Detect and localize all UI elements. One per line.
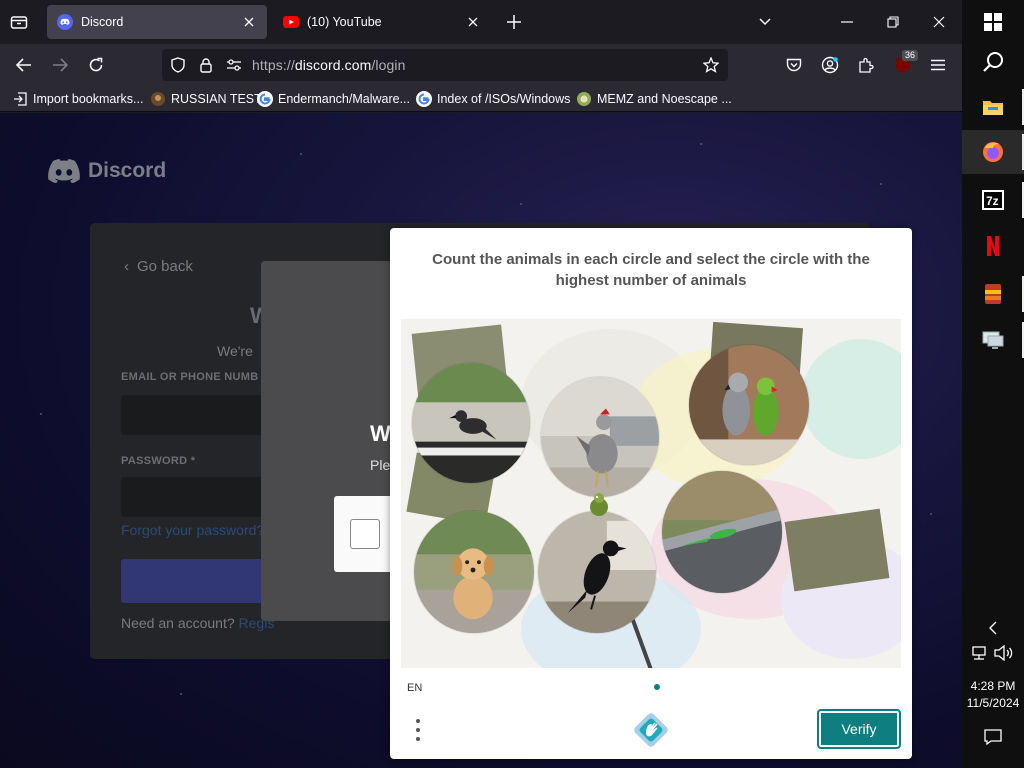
captcha-checkbox[interactable] <box>350 519 380 549</box>
notification-badge: 36 <box>901 50 918 61</box>
language-selector[interactable]: EN <box>407 682 422 694</box>
bookmarks-toolbar: Import bookmarks... RUSSIAN TEST Enderma… <box>0 86 962 112</box>
permissions-icon[interactable] <box>224 56 244 74</box>
bookmark-favicon <box>150 91 166 107</box>
circle-puppy[interactable] <box>413 510 535 634</box>
google-icon <box>416 91 432 107</box>
notifications-icon[interactable] <box>984 728 1004 748</box>
new-tab-icon[interactable] <box>503 12 525 32</box>
clock-date: 11/5/2024 <box>966 696 1020 710</box>
circle-rooster[interactable] <box>540 376 660 498</box>
navigation-bar: https://discord.com/login 36 <box>0 44 962 86</box>
shield-icon[interactable] <box>168 56 188 74</box>
small-figurine <box>587 491 611 519</box>
windows-taskbar: 7z 4:28 PM 11/5/2024 <box>962 0 1024 768</box>
chevron-left-icon: ‹ <box>124 258 129 275</box>
captcha-checkbox-widget <box>334 496 394 572</box>
address-bar[interactable]: https://discord.com/login <box>162 49 728 81</box>
close-tab-icon[interactable] <box>239 12 259 32</box>
file-explorer-icon[interactable] <box>962 85 1024 129</box>
svg-text:7z: 7z <box>986 194 999 208</box>
netflix-icon[interactable] <box>962 224 1024 268</box>
hamburger-menu-icon[interactable] <box>926 54 950 76</box>
chevron-left-icon[interactable] <box>962 608 1024 648</box>
hcaptcha-logo-icon[interactable] <box>634 713 668 747</box>
list-all-tabs-icon[interactable] <box>8 12 30 32</box>
ublock-icon[interactable]: 36 <box>890 50 918 78</box>
challenge-prompt: Count the animals in each circle and sel… <box>432 251 870 289</box>
browser-window: Discord (10) YouTube https://discord.com… <box>0 0 962 768</box>
back-arrow-icon[interactable] <box>12 54 36 76</box>
bookmark-russian-test[interactable]: RUSSIAN TEST <box>150 90 262 108</box>
discord-favicon-icon <box>57 14 73 30</box>
forward-arrow-icon[interactable] <box>48 54 72 76</box>
close-tab-icon[interactable] <box>463 12 483 32</box>
windows-logo-icon <box>984 13 1002 31</box>
bookmark-index-isos[interactable]: Index of /ISOs/Windows <box>416 90 570 108</box>
close-window-icon[interactable] <box>928 12 950 32</box>
forgot-password-link[interactable]: Forgot your password? <box>121 522 264 538</box>
bookmark-endermanch[interactable]: Endermanch/Malware... <box>257 90 410 108</box>
bookmark-memz[interactable]: MEMZ and Noescape ... <box>576 90 732 108</box>
extensions-icon[interactable] <box>854 54 878 76</box>
discord-logo: Discord <box>48 159 166 183</box>
verify-button[interactable]: Verify <box>817 709 901 749</box>
search-icon[interactable] <box>962 40 1024 84</box>
tab-youtube[interactable]: (10) YouTube <box>273 5 491 39</box>
challenge-image-canvas <box>401 319 901 668</box>
wrapper-subtitle: Ple <box>370 457 391 473</box>
chevron-down-icon[interactable] <box>754 12 776 32</box>
7zip-icon[interactable]: 7z <box>962 178 1024 222</box>
circle-crow-table[interactable] <box>537 510 657 634</box>
login-subheading: We're <box>217 343 253 359</box>
winrar-icon[interactable] <box>962 272 1024 316</box>
network-icon[interactable] <box>970 645 990 663</box>
need-account-text: Need an account? Regis <box>121 615 275 631</box>
bookmark-favicon <box>576 91 592 107</box>
firefox-icon[interactable] <box>962 130 1024 174</box>
clock-time: 4:28 PM <box>970 679 1016 693</box>
email-label: EMAIL OR PHONE NUMB <box>121 371 259 383</box>
pocket-icon[interactable] <box>782 54 806 76</box>
more-options-icon[interactable] <box>412 716 424 744</box>
import-icon <box>12 91 28 107</box>
bookmark-star-icon[interactable] <box>700 56 722 74</box>
start-button[interactable] <box>962 0 1024 44</box>
tab-bar: Discord (10) YouTube <box>0 0 962 44</box>
restore-icon[interactable] <box>882 12 904 32</box>
wrapper-title: W <box>370 421 391 446</box>
system-clock[interactable]: 4:28 PM 11/5/2024 <box>962 678 1024 712</box>
youtube-favicon-icon <box>283 14 299 30</box>
password-label: PASSWORD * <box>121 455 196 467</box>
account-icon[interactable] <box>818 54 842 76</box>
bookmark-import[interactable]: Import bookmarks... <box>12 90 143 108</box>
circle-crow-piano[interactable] <box>411 362 531 484</box>
circle-parrots[interactable] <box>688 344 810 466</box>
reload-icon[interactable] <box>84 54 108 76</box>
discord-logo-icon <box>48 159 80 183</box>
page-indicator-dot <box>654 684 660 690</box>
minimize-icon[interactable] <box>836 12 858 32</box>
tab-discord[interactable]: Discord <box>47 5 267 39</box>
volume-icon[interactable] <box>994 644 1016 663</box>
tab-label: (10) YouTube <box>307 15 382 29</box>
url-text: https://discord.com/login <box>252 57 406 73</box>
captcha-challenge-dialog: Count the animals in each circle and sel… <box>390 228 912 759</box>
google-icon <box>257 91 273 107</box>
go-back-link[interactable]: ‹ Go back <box>124 258 193 275</box>
lock-icon[interactable] <box>196 56 216 74</box>
tab-label: Discord <box>81 15 124 29</box>
remote-desktop-icon[interactable] <box>962 318 1024 362</box>
circle-lizard[interactable] <box>661 470 783 594</box>
